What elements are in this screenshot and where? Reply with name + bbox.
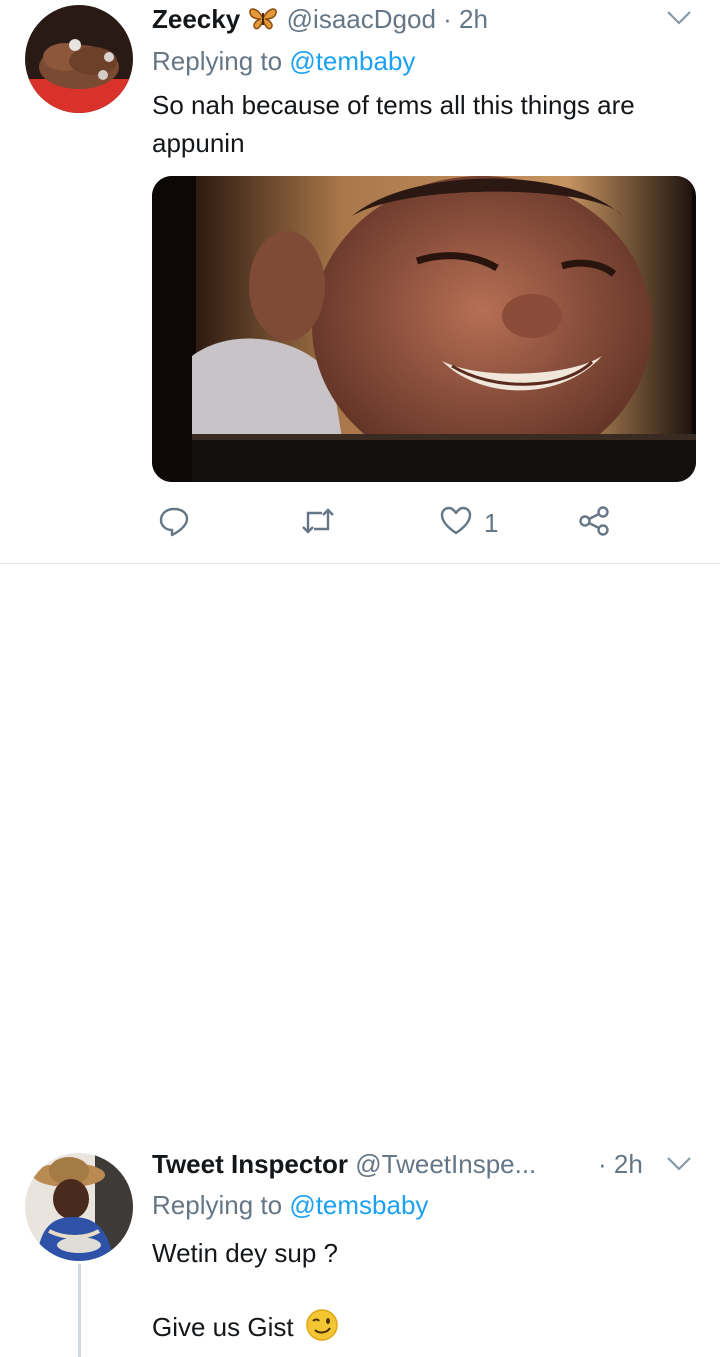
avatar[interactable] [25,1153,133,1261]
replying-prefix: Replying to [152,1190,283,1220]
mention-link[interactable]: @temsbaby [289,1190,428,1220]
replying-to: Replying to @tembaby [152,45,415,77]
thread-line [78,1264,81,1357]
retweet-button[interactable] [300,505,336,541]
tweet-media-image[interactable] [152,176,696,482]
display-name[interactable]: Zeecky [152,4,240,34]
reply-button[interactable] [158,505,190,541]
tweet-time: · 2h [598,1148,643,1180]
butterfly-icon [247,4,286,34]
mention-link[interactable]: @tembaby [289,46,415,76]
replying-prefix: Replying to [152,46,283,76]
tweet-header: Tweet Inspector @TweetInspe... [152,1148,536,1180]
timestamp[interactable]: 2h [459,4,488,34]
timestamp[interactable]: 2h [614,1149,643,1179]
tweet-header: Zeecky @isaacDgod · 2h [152,3,488,35]
handle[interactable]: @isaacDgod [287,4,436,34]
display-name[interactable]: Tweet Inspector [152,1149,348,1179]
wink-emoji-icon [301,1309,339,1342]
separator: · [443,4,452,34]
retweet-icon [300,505,336,542]
separator: · [598,1149,607,1179]
reply-icon [158,505,190,542]
tweet-2[interactable]: Tweet Inspector @TweetInspe... · 2h Repl… [0,564,720,1357]
tweet-text: So nah because of tems all this things a… [152,90,635,158]
like-button[interactable]: 1 [440,505,498,541]
tweet-text-gist: Give us Gist [152,1312,294,1342]
avatar[interactable] [25,5,133,113]
chevron-down-icon[interactable] [666,10,692,31]
like-count: 1 [484,507,499,538]
tweet-text-line: Give us Gist [152,1308,339,1346]
tweet-text-line: Wetin dey sup ? [152,1238,338,1268]
handle[interactable]: @TweetInspe... [355,1149,536,1179]
share-button[interactable] [578,505,610,541]
chevron-down-icon[interactable] [666,1156,692,1177]
tweet-actions: 1 [0,505,720,545]
heart-icon [440,506,472,541]
tweet-1[interactable]: Zeecky @isaacDgod · 2h Replying to @temb… [0,0,720,564]
replying-to: Replying to @temsbaby [152,1189,428,1221]
share-icon [578,505,610,542]
